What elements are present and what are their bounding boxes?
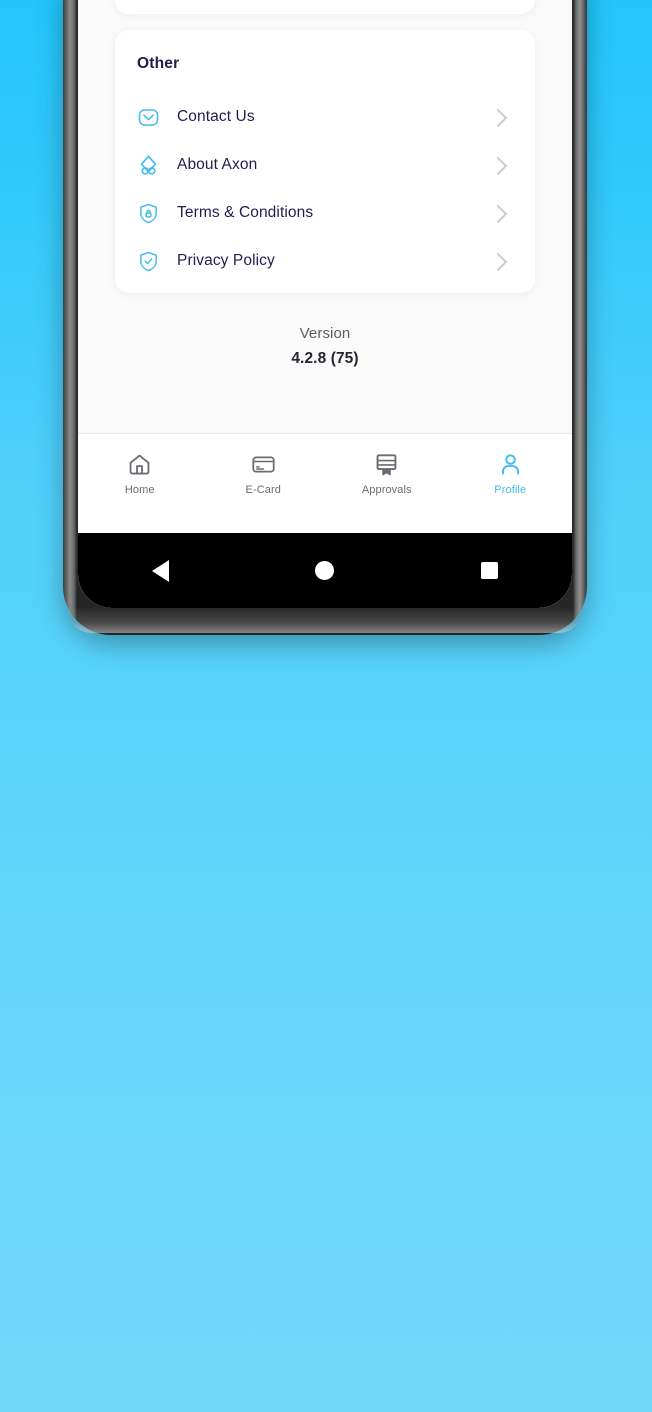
version-label: Version [299,325,351,342]
tab-home-label: Home [124,484,155,496]
menu-item-privacy-policy-label: Privacy Policy [177,252,275,269]
other-section-title: Other [137,55,180,72]
recents-square-icon[interactable] [473,554,507,588]
menu-item-contact-us[interactable]: Contact Us [115,93,535,141]
tab-home[interactable]: Home [78,434,202,534]
version-value: 4.2.8 (75) [291,349,359,367]
chevron-right-icon[interactable] [488,141,521,189]
back-triangle-icon[interactable] [143,554,177,588]
tab-profile[interactable]: Profile [449,434,573,534]
menu-item-about-axon-label: About Axon [177,156,258,173]
certificate-icon [374,451,400,477]
home-icon [127,451,153,477]
android-system-nav-bar [78,533,572,608]
home-circle-icon[interactable] [308,554,342,588]
settings-card-partial [115,0,535,14]
menu-item-terms-conditions[interactable]: Terms & Conditions [115,189,535,237]
person-icon [497,451,523,477]
app-content-area: Other Contact Us About Axon Terms & Cond… [78,0,572,555]
other-menu-list: Contact Us About Axon Terms & Conditions… [115,93,535,285]
axon-logo-icon [137,154,160,177]
shield-check-icon [137,250,160,273]
other-settings-card: Other Contact Us About Axon Terms & Cond… [115,30,535,293]
tab-approvals-label: Approvals [361,484,412,496]
envelope-icon [137,106,160,129]
tab-ecard[interactable]: E-Card [202,434,326,534]
menu-item-privacy-policy[interactable]: Privacy Policy [115,237,535,285]
credit-card-icon [250,451,276,477]
chevron-right-icon[interactable] [488,189,521,237]
tab-approvals[interactable]: Approvals [325,434,449,534]
chevron-right-icon[interactable] [488,237,521,285]
tab-ecard-label: E-Card [245,484,281,496]
shield-lock-icon [137,202,160,225]
menu-item-contact-us-label: Contact Us [177,108,255,125]
menu-item-terms-conditions-label: Terms & Conditions [177,204,314,221]
bottom-tab-bar: Home E-Card Approvals Profile [78,433,572,534]
version-block: Version 4.2.8 (75) [78,326,572,368]
settings-scroll-area[interactable]: Other Contact Us About Axon Terms & Cond… [78,0,572,433]
menu-item-about-axon[interactable]: About Axon [115,141,535,189]
phone-screen: Other Contact Us About Axon Terms & Cond… [78,0,572,608]
chevron-right-icon[interactable] [488,93,521,141]
tab-profile-label: Profile [494,484,527,496]
